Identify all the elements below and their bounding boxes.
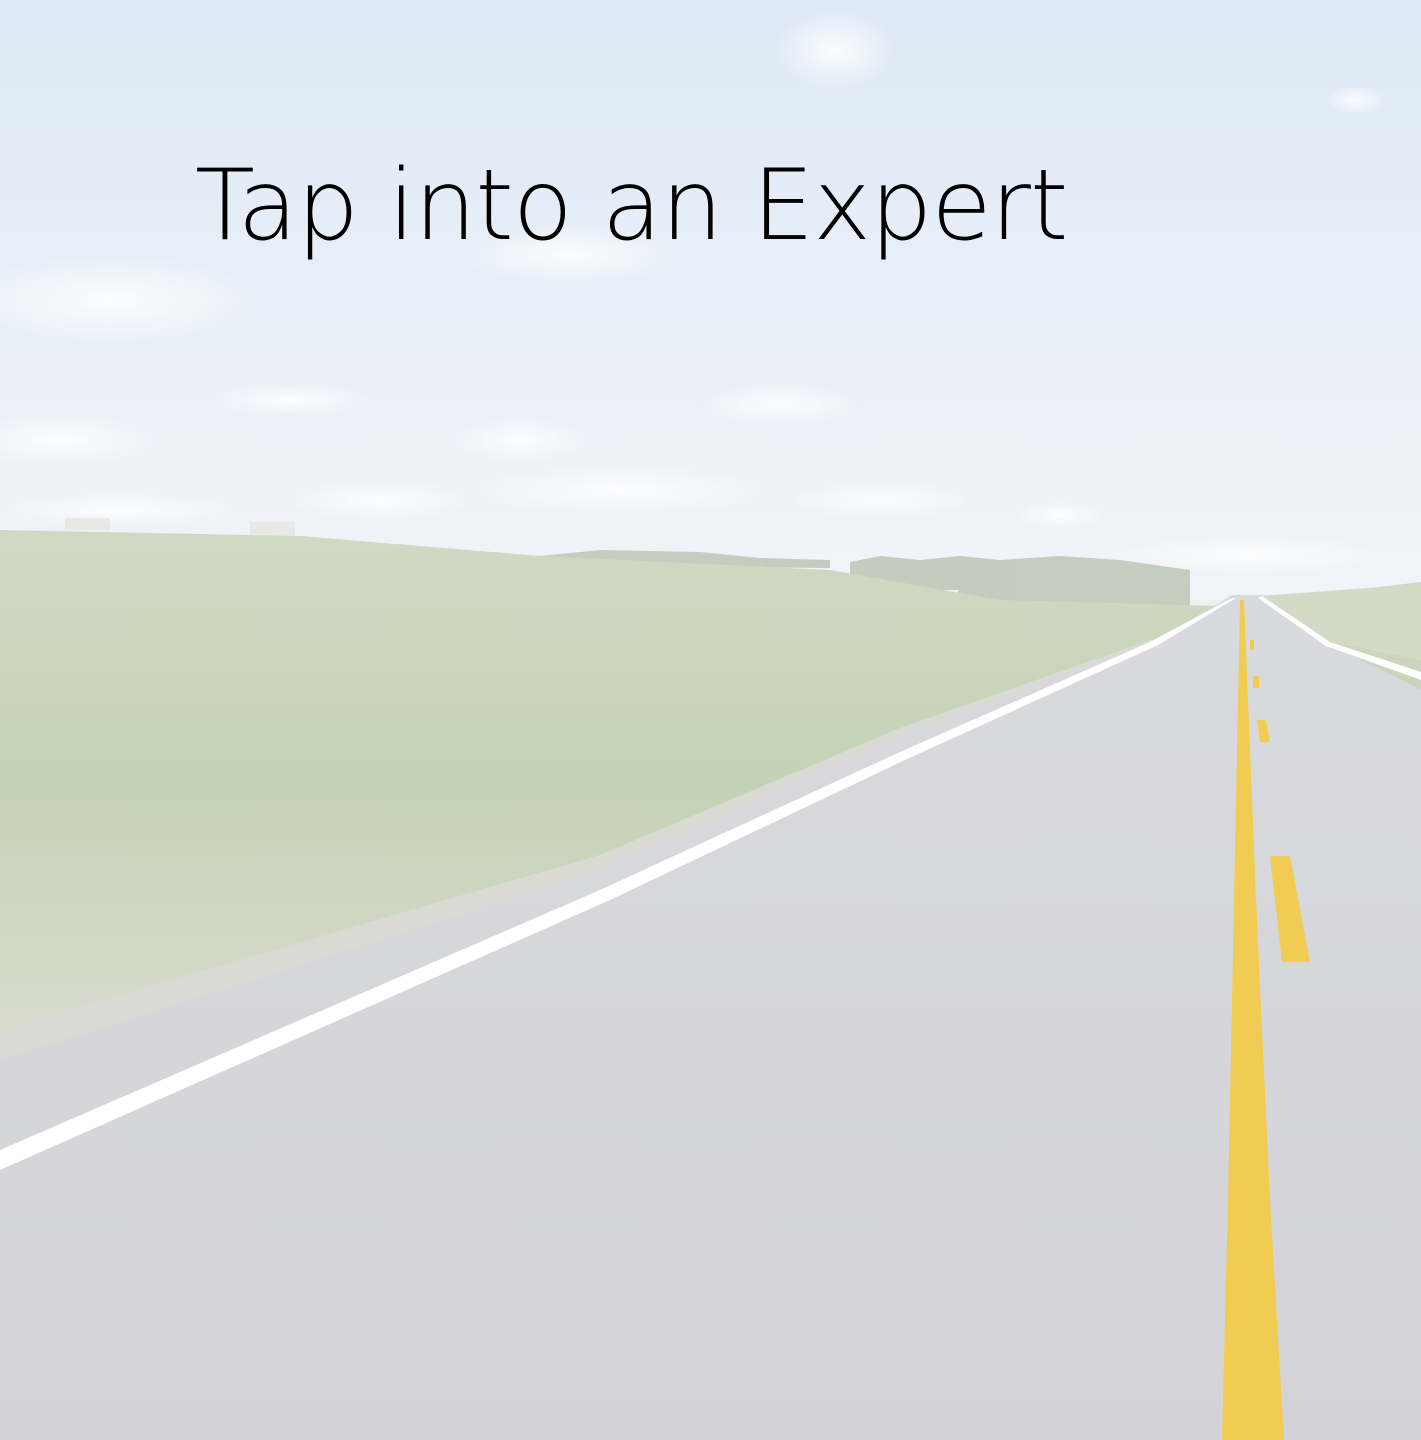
slide: Tap into an Expert xyxy=(0,0,1421,1440)
slide-title: Tap into an Expert xyxy=(195,149,1068,263)
